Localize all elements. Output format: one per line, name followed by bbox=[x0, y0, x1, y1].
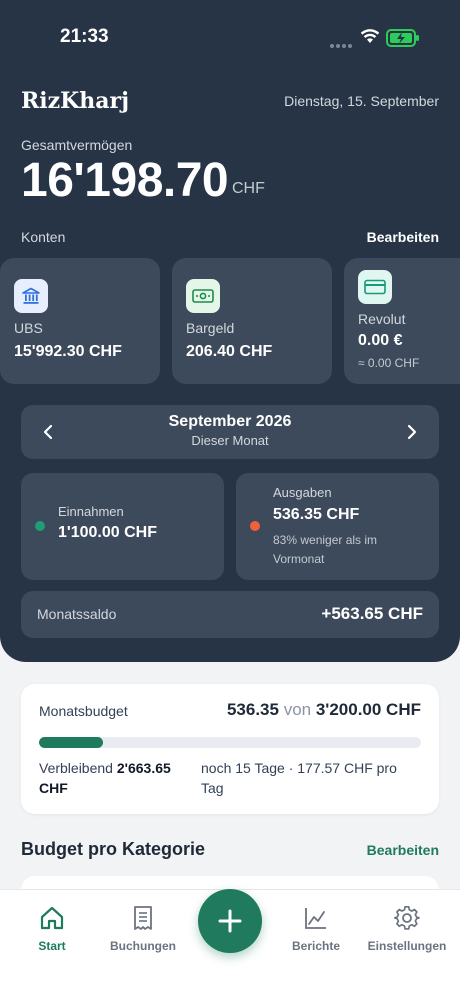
edit-accounts-button[interactable]: Bearbeiten bbox=[367, 229, 439, 245]
expenses-label: Ausgaben bbox=[273, 485, 332, 500]
income-dot bbox=[35, 521, 45, 531]
cellular-signal-icon bbox=[330, 35, 354, 53]
card-icon bbox=[358, 270, 392, 304]
budget-progress-fill bbox=[39, 737, 104, 748]
expenses-dot bbox=[250, 521, 260, 531]
budget-label: Monatsbudget bbox=[39, 703, 128, 719]
status-time: 21:33 bbox=[60, 26, 109, 47]
budget-amounts: 536.35 von 3'200.00 CHF bbox=[227, 700, 421, 720]
income-card[interactable]: Einnahmen 1'100.00 CHF bbox=[21, 473, 224, 580]
tab-label: Buchungen bbox=[110, 939, 176, 953]
current-date: Dienstag, 15. September bbox=[284, 93, 439, 109]
account-name: Bargeld bbox=[186, 320, 235, 336]
tab-label: Berichte bbox=[291, 939, 341, 953]
plus-icon bbox=[218, 909, 242, 933]
net-worth-label: Gesamtvermögen bbox=[21, 137, 133, 153]
monthly-balance-label: Monatssaldo bbox=[37, 606, 117, 622]
bank-icon bbox=[14, 279, 48, 313]
status-bar: 21:33 bbox=[0, 22, 460, 54]
tab-label: Einstellungen bbox=[367, 939, 447, 953]
gear-icon bbox=[362, 904, 452, 932]
category-budget-title: Budget pro Kategorie bbox=[21, 839, 206, 859]
tab-buchungen[interactable]: Buchungen bbox=[98, 904, 188, 953]
monthly-balance-value: +563.65 CHF bbox=[321, 604, 423, 623]
budget-total: 3'200.00 CHF bbox=[315, 700, 421, 719]
account-balance: 0.00 € bbox=[358, 332, 403, 349]
tab-berichte[interactable]: Berichte bbox=[271, 904, 361, 953]
income-label: Einnahmen bbox=[58, 504, 124, 519]
app-title: RizKharj bbox=[21, 88, 130, 114]
expenses-value: 536.35 CHF bbox=[273, 506, 360, 523]
battery-charging-icon bbox=[386, 29, 420, 52]
expenses-card[interactable]: Ausgaben 536.35 CHF 83% weniger als im V… bbox=[236, 473, 439, 580]
budget-of-label: von bbox=[283, 700, 312, 719]
wifi-icon bbox=[360, 28, 380, 49]
account-name: Revolut bbox=[358, 311, 406, 327]
monthly-budget-card[interactable]: Monatsbudget 536.35 von 3'200.00 CHF Ver… bbox=[21, 684, 439, 814]
account-card-bargeld[interactable]: Bargeld 206.40 CHF bbox=[172, 258, 332, 384]
tab-label: Start bbox=[38, 939, 66, 953]
income-value: 1'100.00 CHF bbox=[58, 524, 157, 541]
next-month-button[interactable] bbox=[399, 419, 425, 445]
home-icon bbox=[7, 904, 97, 932]
receipt-icon bbox=[98, 904, 188, 932]
month-navigator: September 2026 Dieser Monat bbox=[21, 405, 439, 459]
cash-icon bbox=[186, 279, 220, 313]
budget-remaining: Verbleibend 2'663.65 CHF bbox=[39, 758, 189, 798]
chevron-right-icon bbox=[407, 424, 417, 440]
budget-days-info: noch 15 Tage · 177.57 CHF pro Tag bbox=[201, 760, 397, 796]
month-subtitle: Dieser Monat bbox=[191, 433, 269, 448]
tab-einstellungen[interactable]: Einstellungen bbox=[362, 904, 452, 953]
chart-icon bbox=[271, 904, 361, 932]
dashboard-header: 21:33 RizKharj Dienstag, 15. September G… bbox=[0, 0, 460, 662]
budget-progress-bar bbox=[39, 737, 421, 748]
monthly-balance-card: Monatssaldo +563.65 CHF bbox=[21, 591, 439, 638]
edit-categories-button[interactable]: Bearbeiten bbox=[367, 842, 439, 858]
account-name: UBS bbox=[14, 320, 43, 336]
account-card-revolut[interactable]: Revolut 0.00 € ≈ 0.00 CHF bbox=[344, 258, 460, 384]
account-balance: 15'992.30 CHF bbox=[14, 343, 122, 360]
budget-spent: 536.35 bbox=[226, 700, 279, 719]
account-converted-balance: ≈ 0.00 CHF bbox=[358, 356, 420, 370]
account-balance: 206.40 CHF bbox=[186, 343, 273, 360]
account-card-ubs[interactable]: UBS 15'992.30 CHF bbox=[0, 258, 160, 384]
net-worth-value: 16'198.70 bbox=[21, 154, 229, 207]
expenses-comparison-note: 83% weniger als im Vormonat bbox=[273, 533, 378, 566]
month-title: September 2026 bbox=[168, 413, 292, 430]
net-worth-currency: CHF bbox=[232, 180, 265, 197]
accounts-label: Konten bbox=[21, 229, 66, 245]
add-transaction-button[interactable] bbox=[198, 889, 262, 953]
budget-remaining-label: Verbleibend bbox=[39, 760, 113, 776]
tab-start[interactable]: Start bbox=[7, 904, 97, 953]
